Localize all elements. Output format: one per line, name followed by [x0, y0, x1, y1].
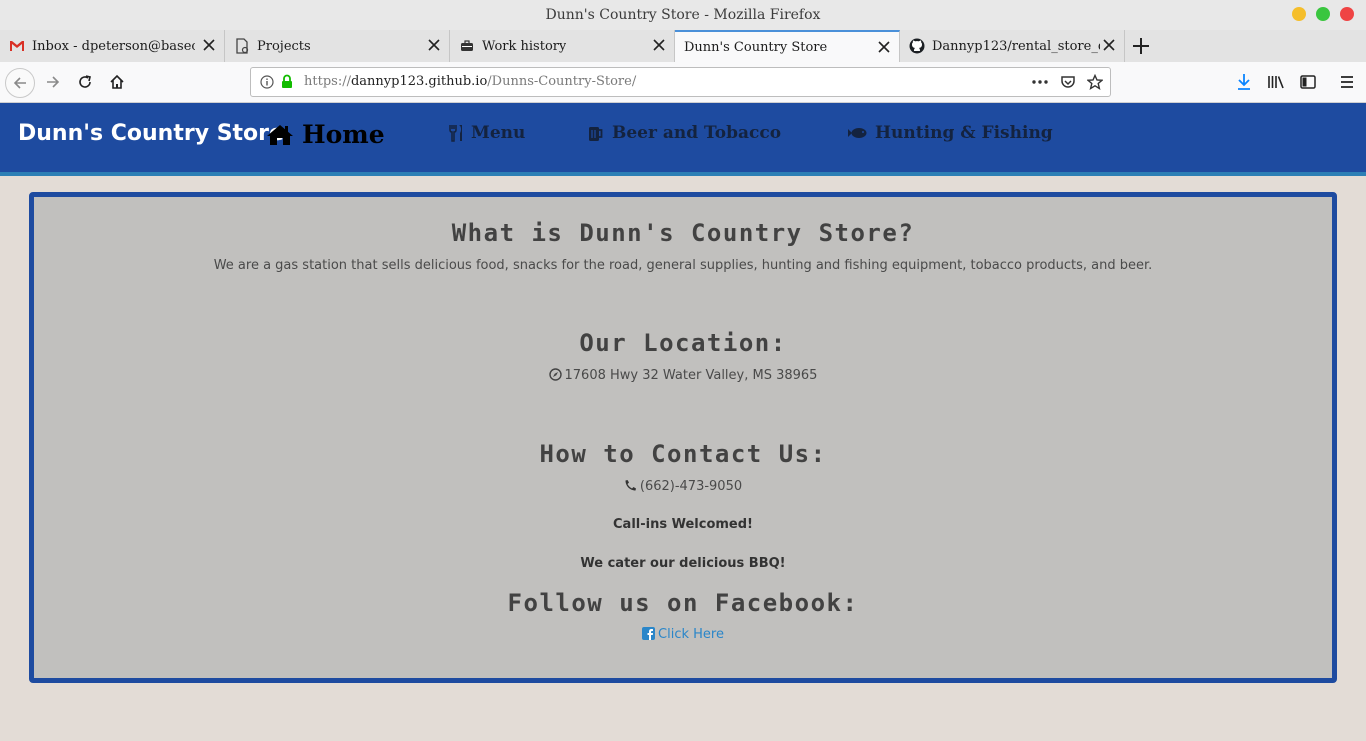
close-icon[interactable] — [652, 38, 666, 52]
phone-icon — [625, 480, 636, 491]
bookmark-star-icon[interactable] — [1087, 74, 1103, 90]
close-icon[interactable] — [202, 38, 216, 52]
nav-menu[interactable]: Menu — [448, 123, 525, 143]
tab-label: Dunn's Country Store — [684, 39, 828, 55]
tab-projects[interactable]: Projects — [225, 30, 450, 62]
sidebar-button[interactable] — [1298, 72, 1318, 92]
new-tab-plus-icon[interactable] — [1131, 36, 1151, 56]
nav-home-label: Home — [302, 120, 385, 149]
library-button[interactable] — [1266, 72, 1286, 92]
maximize-button[interactable] — [1316, 7, 1330, 21]
reload-icon — [79, 75, 91, 88]
back-button[interactable] — [5, 68, 35, 98]
about-heading: What is Dunn's Country Store? — [451, 219, 915, 247]
nav-home[interactable]: Home — [266, 120, 385, 149]
tab-github[interactable]: Dannyp123/rental_store_danie — [900, 30, 1125, 62]
address-text: 17608 Hwy 32 Water Valley, MS 38965 — [564, 368, 818, 383]
facebook-link[interactable]: Click Here — [658, 627, 724, 642]
nav-hunting-fishing[interactable]: Hunting & Fishing — [847, 123, 1053, 143]
nav-beer-label: Beer and Tobacco — [612, 123, 782, 143]
close-window-button[interactable] — [1340, 7, 1354, 21]
window-title: Dunn's Country Store - Mozilla Firefox — [545, 7, 821, 23]
tab-inbox[interactable]: Inbox - dpeterson@basecampc — [0, 30, 225, 62]
callins-text: Call-ins Welcomed! — [613, 517, 753, 532]
close-icon[interactable] — [427, 38, 441, 52]
library-icon — [1268, 76, 1284, 89]
hamburger-icon — [1341, 76, 1353, 88]
url-text: https://dannyp123.github.io/Dunns-Countr… — [304, 74, 636, 89]
compass-icon — [548, 368, 562, 381]
menu-button[interactable] — [1337, 72, 1357, 92]
github-icon — [909, 38, 925, 54]
arrow-right-icon — [47, 76, 60, 88]
beer-mug-icon — [588, 125, 604, 142]
close-icon[interactable] — [877, 40, 891, 54]
phone-text: (662)-473-9050 — [639, 479, 743, 494]
arrow-left-icon — [13, 77, 26, 89]
facebook-line: Click Here — [34, 627, 1332, 642]
tab-label: Projects — [257, 38, 311, 54]
window-titlebar: Dunn's Country Store - Mozilla Firefox — [0, 0, 1366, 30]
minimize-button[interactable] — [1292, 7, 1306, 21]
tab-label: Dannyp123/rental_store_danie — [932, 38, 1100, 54]
page-actions-icon[interactable] — [1032, 80, 1048, 84]
site-header: Dunn's Country Store Home Menu Beer and … — [0, 103, 1366, 176]
download-arrow-icon — [1238, 74, 1250, 90]
document-icon — [234, 38, 250, 54]
url-bar[interactable]: https://dannyp123.github.io/Dunns-Countr… — [250, 67, 1111, 97]
info-icon[interactable] — [260, 75, 274, 89]
nav-beer-and-tobacco[interactable]: Beer and Tobacco — [588, 123, 781, 143]
window-controls — [1292, 7, 1354, 21]
downloads-button[interactable] — [1234, 72, 1254, 92]
forward-button[interactable] — [43, 72, 63, 92]
sidebar-icon — [1300, 75, 1316, 89]
utensils-icon — [448, 124, 463, 142]
pocket-icon[interactable] — [1060, 74, 1076, 90]
fish-icon — [847, 126, 867, 140]
briefcase-icon — [459, 38, 475, 54]
url-path: /Dunns-Country-Store/ — [487, 74, 637, 89]
nav-hunting-label: Hunting & Fishing — [875, 123, 1053, 143]
home-outline-icon — [110, 74, 124, 89]
tab-label: Work history — [482, 38, 567, 54]
facebook-heading: Follow us on Facebook: — [507, 589, 859, 617]
tab-strip: Inbox - dpeterson@basecampc Projects Wor… — [0, 30, 1366, 62]
cater-text: We cater our delicious BBQ! — [580, 556, 786, 571]
phone-line: (662)-473-9050 — [34, 479, 1332, 494]
gmail-icon — [9, 38, 25, 54]
url-host: dannyp123.github.io — [350, 74, 488, 89]
tab-dunns-country-store[interactable]: Dunn's Country Store — [675, 30, 900, 62]
home-icon — [266, 124, 294, 146]
tab-label: Inbox - dpeterson@basecampc — [32, 38, 195, 54]
location-heading: Our Location: — [579, 329, 787, 357]
url-scheme: https:// — [304, 74, 351, 89]
about-text: We are a gas station that sells deliciou… — [213, 258, 1153, 273]
address-line: 17608 Hwy 32 Water Valley, MS 38965 — [34, 368, 1332, 383]
content-card: What is Dunn's Country Store? We are a g… — [29, 192, 1337, 683]
tab-work-history[interactable]: Work history — [450, 30, 675, 62]
nav-menu-label: Menu — [471, 123, 526, 143]
close-icon[interactable] — [1102, 38, 1116, 52]
facebook-icon — [642, 627, 656, 640]
contact-heading: How to Contact Us: — [539, 440, 827, 468]
lock-icon[interactable] — [280, 74, 294, 89]
browser-toolbar: https://dannyp123.github.io/Dunns-Countr… — [0, 62, 1366, 103]
home-button[interactable] — [107, 72, 127, 92]
reload-button[interactable] — [75, 72, 95, 92]
site-brand[interactable]: Dunn's Country Store — [18, 121, 284, 146]
